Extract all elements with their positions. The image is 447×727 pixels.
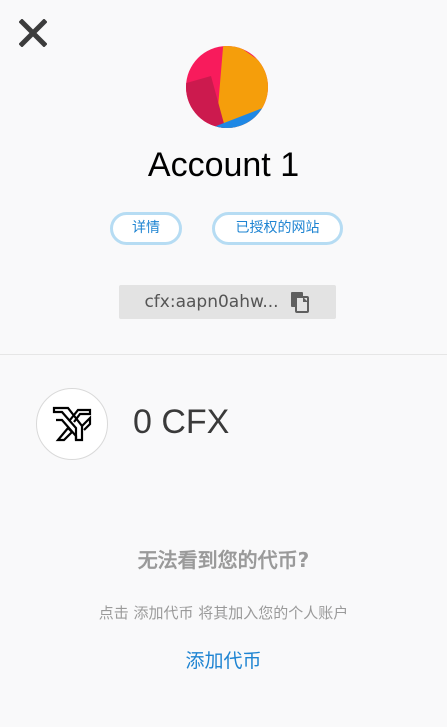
conflux-logo-icon [52,406,92,442]
connected-sites-button[interactable]: 已授权的网站 [212,212,343,245]
add-token-link[interactable]: 添加代币 [0,647,447,675]
prompt-title: 无法看到您的代币? [137,548,310,572]
avatar[interactable] [186,46,268,128]
address-copy-button[interactable]: cfx:aapn0ahw... [119,285,336,319]
account-name: Account 1 [147,146,300,184]
account-header: Account 1 详情 已授权的网站 cfx:aapn0ahw... [0,0,447,354]
prompt-description: 点击 添加代币 将其加入您的个人账户 [98,604,349,622]
details-button[interactable]: 详情 [110,212,182,245]
token-balance-row[interactable]: 0 CFX [0,355,447,495]
copy-icon [290,292,309,313]
missing-tokens-prompt: 无法看到您的代币? 点击 添加代币 将其加入您的个人账户 添加代币 [0,545,447,675]
token-logo [36,388,108,460]
avatar-icon [186,46,268,128]
token-balance: 0 CFX [133,403,230,441]
account-address: cfx:aapn0ahw... [144,292,279,312]
